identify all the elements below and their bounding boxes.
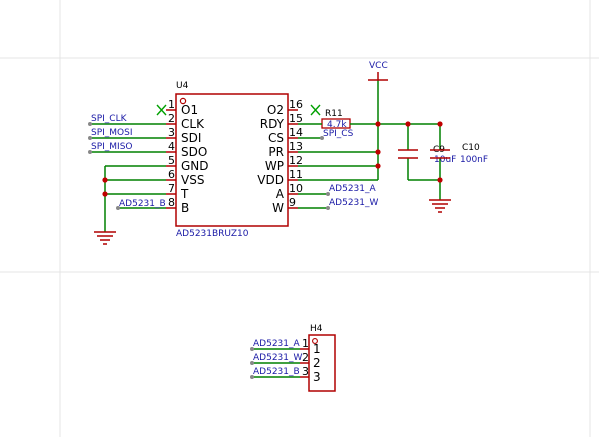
u4-pin-name: VDD <box>257 173 284 187</box>
u4-pin-num: 2 <box>168 112 175 125</box>
u4-pin-name: GND <box>181 159 209 173</box>
u4-pin-num: 5 <box>168 154 175 167</box>
u4-pin-num: 10 <box>289 182 303 195</box>
h4-pin-name: 1 <box>313 342 321 356</box>
net-label-spi-mosi[interactable]: SPI_MOSI <box>91 128 133 138</box>
u4-pin-num: 14 <box>289 126 303 139</box>
u4-pin-name: SDO <box>181 145 207 159</box>
u4-pin-name: CLK <box>181 117 205 131</box>
u4-pin-name: O2 <box>267 103 284 117</box>
net-label-ad5231-w[interactable]: AD5231_W <box>253 353 302 363</box>
no-connect-pin1-icon <box>156 104 167 116</box>
vcc-label: VCC <box>369 61 388 71</box>
ground-symbol-icon <box>429 199 451 213</box>
u4-refdes: U4 <box>176 81 189 91</box>
h4-header[interactable]: H4 1 1 2 2 3 3 <box>300 324 336 392</box>
u4-pin-num: 1 <box>168 98 175 111</box>
schematic-sheet: U4 AD5231BRUZ10 1 O1 2 CLK 3 SDI 4 SDO 5… <box>0 0 599 437</box>
net-label-ad5231-b[interactable]: AD5231_B <box>253 367 300 377</box>
h4-pin-name: 2 <box>313 356 321 370</box>
u4-pin-num: 9 <box>289 196 296 209</box>
net-label-spi-miso[interactable]: SPI_MISO <box>91 142 133 152</box>
schematic-canvas: U4 AD5231BRUZ10 1 O1 2 CLK 3 SDI 4 SDO 5… <box>0 0 599 437</box>
no-connect-pin16-icon <box>310 104 321 116</box>
net-label-ad5231-w[interactable]: AD5231_W <box>329 198 378 208</box>
ground-symbol-icon <box>94 231 116 245</box>
u4-pin-num: 12 <box>289 154 303 167</box>
u4-pin-name: VSS <box>181 173 204 187</box>
u4-pin-name: CS <box>268 131 284 145</box>
u4-pin-num: 6 <box>168 168 175 181</box>
u4-pin-num: 16 <box>289 98 303 111</box>
u4-pin-num: 7 <box>168 182 175 195</box>
u4-pin-name: A <box>276 187 285 201</box>
c10-value: 100nF <box>460 155 488 165</box>
u4-part-name: AD5231BRUZ10 <box>176 229 249 239</box>
u4-pin-name: WP <box>265 159 284 173</box>
net-label-spi-cs[interactable]: SPI_CS <box>323 129 354 139</box>
u4-pin-name: RDY <box>260 117 285 131</box>
h4-pin-num: 2 <box>302 351 309 364</box>
u4-pin-name: T <box>180 187 189 201</box>
u4-pin-name: W <box>272 201 284 215</box>
u4-pin-num: 8 <box>168 196 175 209</box>
r11-refdes: R11 <box>325 109 343 119</box>
net-label-spi-clk[interactable]: SPI_CLK <box>91 114 128 124</box>
u4-pin-num: 11 <box>289 168 303 181</box>
c10-refdes: C10 <box>462 143 480 153</box>
u4-pin-name: PR <box>268 145 284 159</box>
net-label-ad5231-b[interactable]: AD5231_B <box>119 199 166 209</box>
h4-pin-num: 3 <box>302 365 309 378</box>
u4-pin-name: O1 <box>181 103 198 117</box>
h4-pin-num: 1 <box>302 337 309 350</box>
net-label-ad5231-a[interactable]: AD5231_A <box>329 184 376 194</box>
c9-capacitor[interactable]: C9 10uF <box>398 145 456 165</box>
vcc-power-symbol[interactable]: VCC <box>368 61 388 81</box>
net-label-ad5231-a[interactable]: AD5231_A <box>253 339 300 349</box>
r11-resistor[interactable]: R11 4.7k <box>321 109 351 130</box>
h4-pin-name: 3 <box>313 370 321 384</box>
u4-chip[interactable]: U4 AD5231BRUZ10 1 O1 2 CLK 3 SDI 4 SDO 5… <box>166 81 303 239</box>
h4-refdes: H4 <box>310 324 323 334</box>
c9-value: 10uF <box>434 155 456 165</box>
u4-pin-num: 4 <box>168 140 175 153</box>
u4-pin-name: SDI <box>181 131 201 145</box>
u4-pin-num: 3 <box>168 126 175 139</box>
u4-pin-num: 15 <box>289 112 303 125</box>
u4-pin-name: B <box>181 201 189 215</box>
u4-pin-num: 13 <box>289 140 303 153</box>
